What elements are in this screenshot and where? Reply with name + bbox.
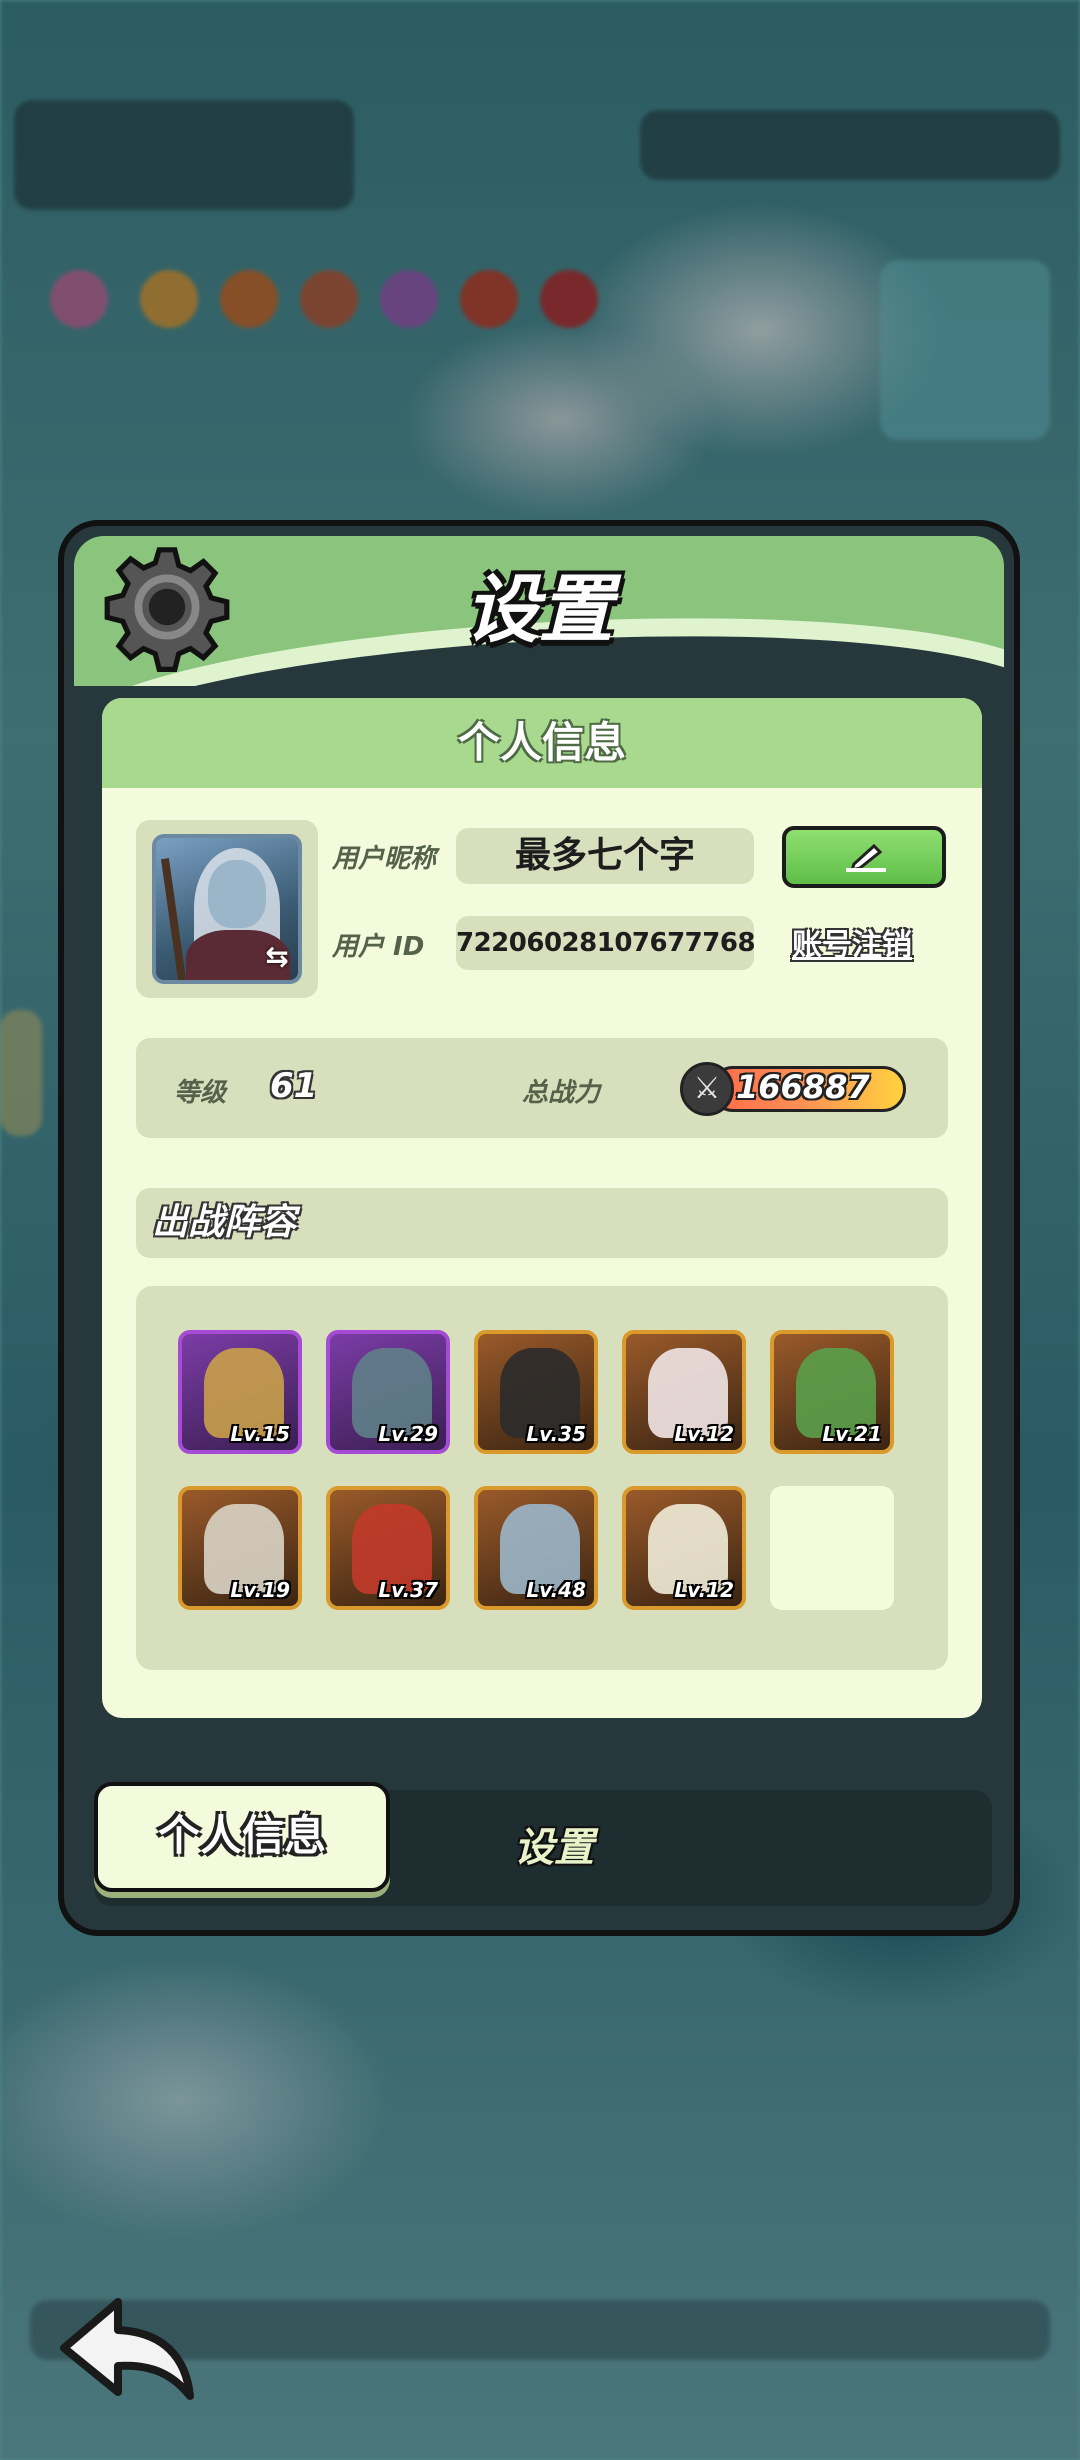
avatar-frame[interactable]: ⇆ — [136, 820, 318, 998]
dialog-tabs: 个人信息 设置 — [94, 1782, 992, 1906]
user-id-value: 72206028107677768 — [456, 916, 756, 970]
hero-level: Lv.15 — [230, 1422, 290, 1446]
hero-level: Lv.19 — [230, 1578, 290, 1602]
hero-slot[interactable]: Lv.37 — [326, 1486, 450, 1610]
profile-content: 个人信息 ⇆ 用户昵称 最多七个字 用户 ID 7220602810767776… — [102, 698, 982, 1718]
hero-slot[interactable]: Lv.48 — [474, 1486, 598, 1610]
hero-level: Lv.48 — [526, 1578, 586, 1602]
power-value: 166887 — [736, 1068, 870, 1106]
level-value: 61 — [270, 1066, 318, 1106]
section-heading: 个人信息 — [102, 698, 982, 788]
nickname-label: 用户昵称 — [332, 844, 437, 874]
empty-hero-slot[interactable] — [770, 1486, 894, 1610]
hero-level: Lv.35 — [526, 1422, 586, 1446]
back-arrow-icon[interactable] — [58, 2292, 198, 2402]
hero-slot[interactable]: Lv.12 — [622, 1486, 746, 1610]
nickname-field: 最多七个字 — [456, 828, 754, 884]
dialog-title: 设置 — [465, 567, 613, 653]
stats-bar: 等级 61 总战力 ⚔ 166887 — [136, 1038, 948, 1138]
lineup-grid: Lv.15 Lv.29 Lv.35 Lv.12 Lv.21 Lv.19 Lv.3… — [136, 1286, 948, 1670]
tab-profile[interactable]: 个人信息 — [94, 1782, 390, 1892]
hero-slot[interactable]: Lv.12 — [622, 1330, 746, 1454]
power-label: 总战力 — [522, 1078, 601, 1108]
power-badge: ⚔ 166887 — [680, 1062, 910, 1116]
hero-slot[interactable]: Lv.35 — [474, 1330, 598, 1454]
user-id-label: 用户 ID — [332, 932, 425, 962]
hero-level: Lv.12 — [674, 1578, 734, 1602]
dialog-header: 设置 — [74, 536, 1004, 686]
settings-dialog: 设置 个人信息 ⇆ 用户昵称 最多七个字 用户 ID 7220602810767… — [58, 520, 1020, 1936]
swap-icon: ⇆ — [265, 940, 289, 973]
hero-level: Lv.12 — [674, 1422, 734, 1446]
tab-settings[interactable]: 设置 — [454, 1790, 654, 1906]
edit-nickname-button[interactable] — [782, 826, 946, 888]
hero-slot[interactable]: Lv.21 — [770, 1330, 894, 1454]
hero-slot[interactable]: Lv.29 — [326, 1330, 450, 1454]
hero-level: Lv.37 — [378, 1578, 438, 1602]
level-label: 等级 — [174, 1078, 227, 1108]
delete-account-link[interactable]: 账号注销 — [792, 920, 912, 964]
avatar[interactable]: ⇆ — [152, 834, 302, 984]
hero-slot[interactable]: Lv.19 — [178, 1486, 302, 1610]
pen-icon — [846, 843, 886, 872]
hero-level: Lv.29 — [378, 1422, 438, 1446]
hero-level: Lv.21 — [822, 1422, 882, 1446]
hero-slot[interactable]: Lv.15 — [178, 1330, 302, 1454]
crossed-swords-icon: ⚔ — [680, 1062, 734, 1116]
lineup-title: 出战阵容 — [136, 1188, 948, 1258]
